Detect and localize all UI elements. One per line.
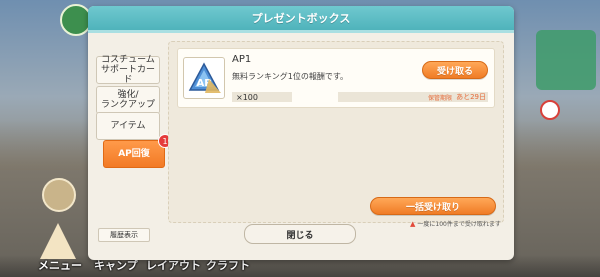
warning-icon: ▲	[410, 219, 416, 228]
gift-item: AP AP1 無料ランキング1位の報酬です。 ×100 保管期限 あと29日 受…	[177, 48, 495, 108]
expire-value: あと29日	[456, 93, 486, 101]
tab-enhance-rankup[interactable]: 強化/ ランクアップ	[96, 86, 160, 114]
tab-item[interactable]: アイテム	[96, 112, 160, 140]
nav-menu[interactable]: メニュー	[38, 257, 82, 273]
header-divider	[88, 30, 514, 33]
tab-ap-recovery[interactable]: AP回復	[103, 140, 165, 168]
tab-costume-support[interactable]: コスチューム サポートカード	[96, 55, 160, 85]
receive-button[interactable]: 受け取る	[422, 61, 488, 79]
bulk-receive-button[interactable]: 一括受け取り	[370, 197, 496, 215]
ap-item-icon: AP	[183, 57, 225, 99]
warning-note: ▲ 一度に100件まで受け取れます	[410, 219, 501, 229]
present-box-dialog: プレゼントボックス コスチューム サポートカード 強化/ ランクアップ アイテム…	[88, 6, 514, 260]
item-title: AP1	[232, 54, 252, 65]
history-button[interactable]: 履歴表示	[98, 228, 150, 242]
expire-label: 保管期限	[427, 95, 452, 102]
gift-list-panel: AP AP1 無料ランキング1位の報酬です。 ×100 保管期限 あと29日 受…	[168, 41, 504, 223]
item-quantity: ×100	[232, 92, 292, 102]
character-portrait[interactable]	[536, 30, 596, 90]
compass-icon[interactable]	[42, 178, 76, 212]
item-description: 無料ランキング1位の報酬です。	[232, 72, 349, 81]
notification-icon[interactable]	[540, 100, 560, 120]
warning-text: 一度に100件まで受け取れます	[417, 221, 501, 228]
close-button[interactable]: 閉じる	[244, 224, 356, 244]
dialog-title: プレゼントボックス	[88, 6, 514, 30]
